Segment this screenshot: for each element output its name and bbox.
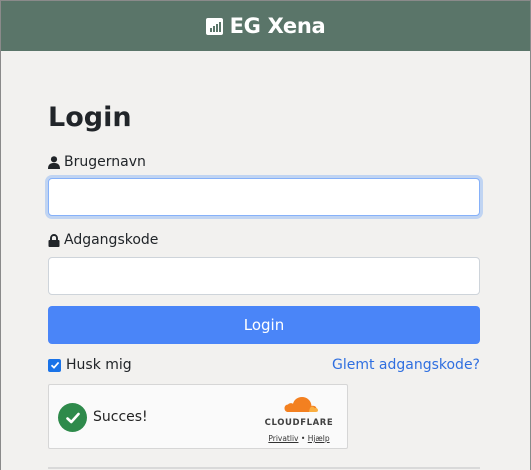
login-button[interactable]: Login xyxy=(48,306,480,344)
username-label: Brugernavn xyxy=(48,152,146,172)
cloud-icon xyxy=(284,397,318,412)
password-label-text: Adgangskode xyxy=(64,232,159,248)
captcha-status: Succes! xyxy=(93,409,148,425)
cloudflare-wordmark: CLOUDFLARE xyxy=(264,418,334,428)
login-page: EG Xena Login Brugernavn Adgangskode Log… xyxy=(0,0,531,470)
checkmark-icon xyxy=(50,361,59,369)
password-input[interactable] xyxy=(48,257,480,295)
remember-me-label: Husk mig xyxy=(66,357,132,373)
success-check-icon xyxy=(58,403,87,432)
password-label: Adgangskode xyxy=(48,230,158,250)
cloudflare-turnstile-widget[interactable]: Succes! CLOUDFLARE Privatliv • Hjælp xyxy=(48,384,348,449)
top-bar: EG Xena xyxy=(1,1,530,51)
privacy-link[interactable]: Privatliv xyxy=(268,434,298,443)
brand[interactable]: EG Xena xyxy=(205,14,326,38)
username-input[interactable] xyxy=(48,178,480,216)
cloudflare-links: Privatliv • Hjælp xyxy=(259,434,339,443)
login-form: Login Brugernavn Adgangskode Login Husk … xyxy=(48,101,480,449)
username-label-text: Brugernavn xyxy=(64,154,146,170)
link-separator: • xyxy=(300,434,306,443)
user-icon xyxy=(48,155,60,169)
help-link[interactable]: Hjælp xyxy=(308,434,330,443)
lock-icon xyxy=(48,233,60,247)
signal-bars-icon xyxy=(205,17,223,35)
forgot-password-link[interactable]: Glemt adgangskode? xyxy=(332,357,480,373)
brand-name: EG Xena xyxy=(229,14,326,38)
page-title: Login xyxy=(48,102,132,133)
remember-me-checkbox[interactable] xyxy=(48,358,61,372)
remember-me[interactable]: Husk mig xyxy=(48,357,132,373)
cloudflare-logo: CLOUDFLARE Privatliv • Hjælp xyxy=(259,395,339,443)
divider xyxy=(48,467,480,469)
